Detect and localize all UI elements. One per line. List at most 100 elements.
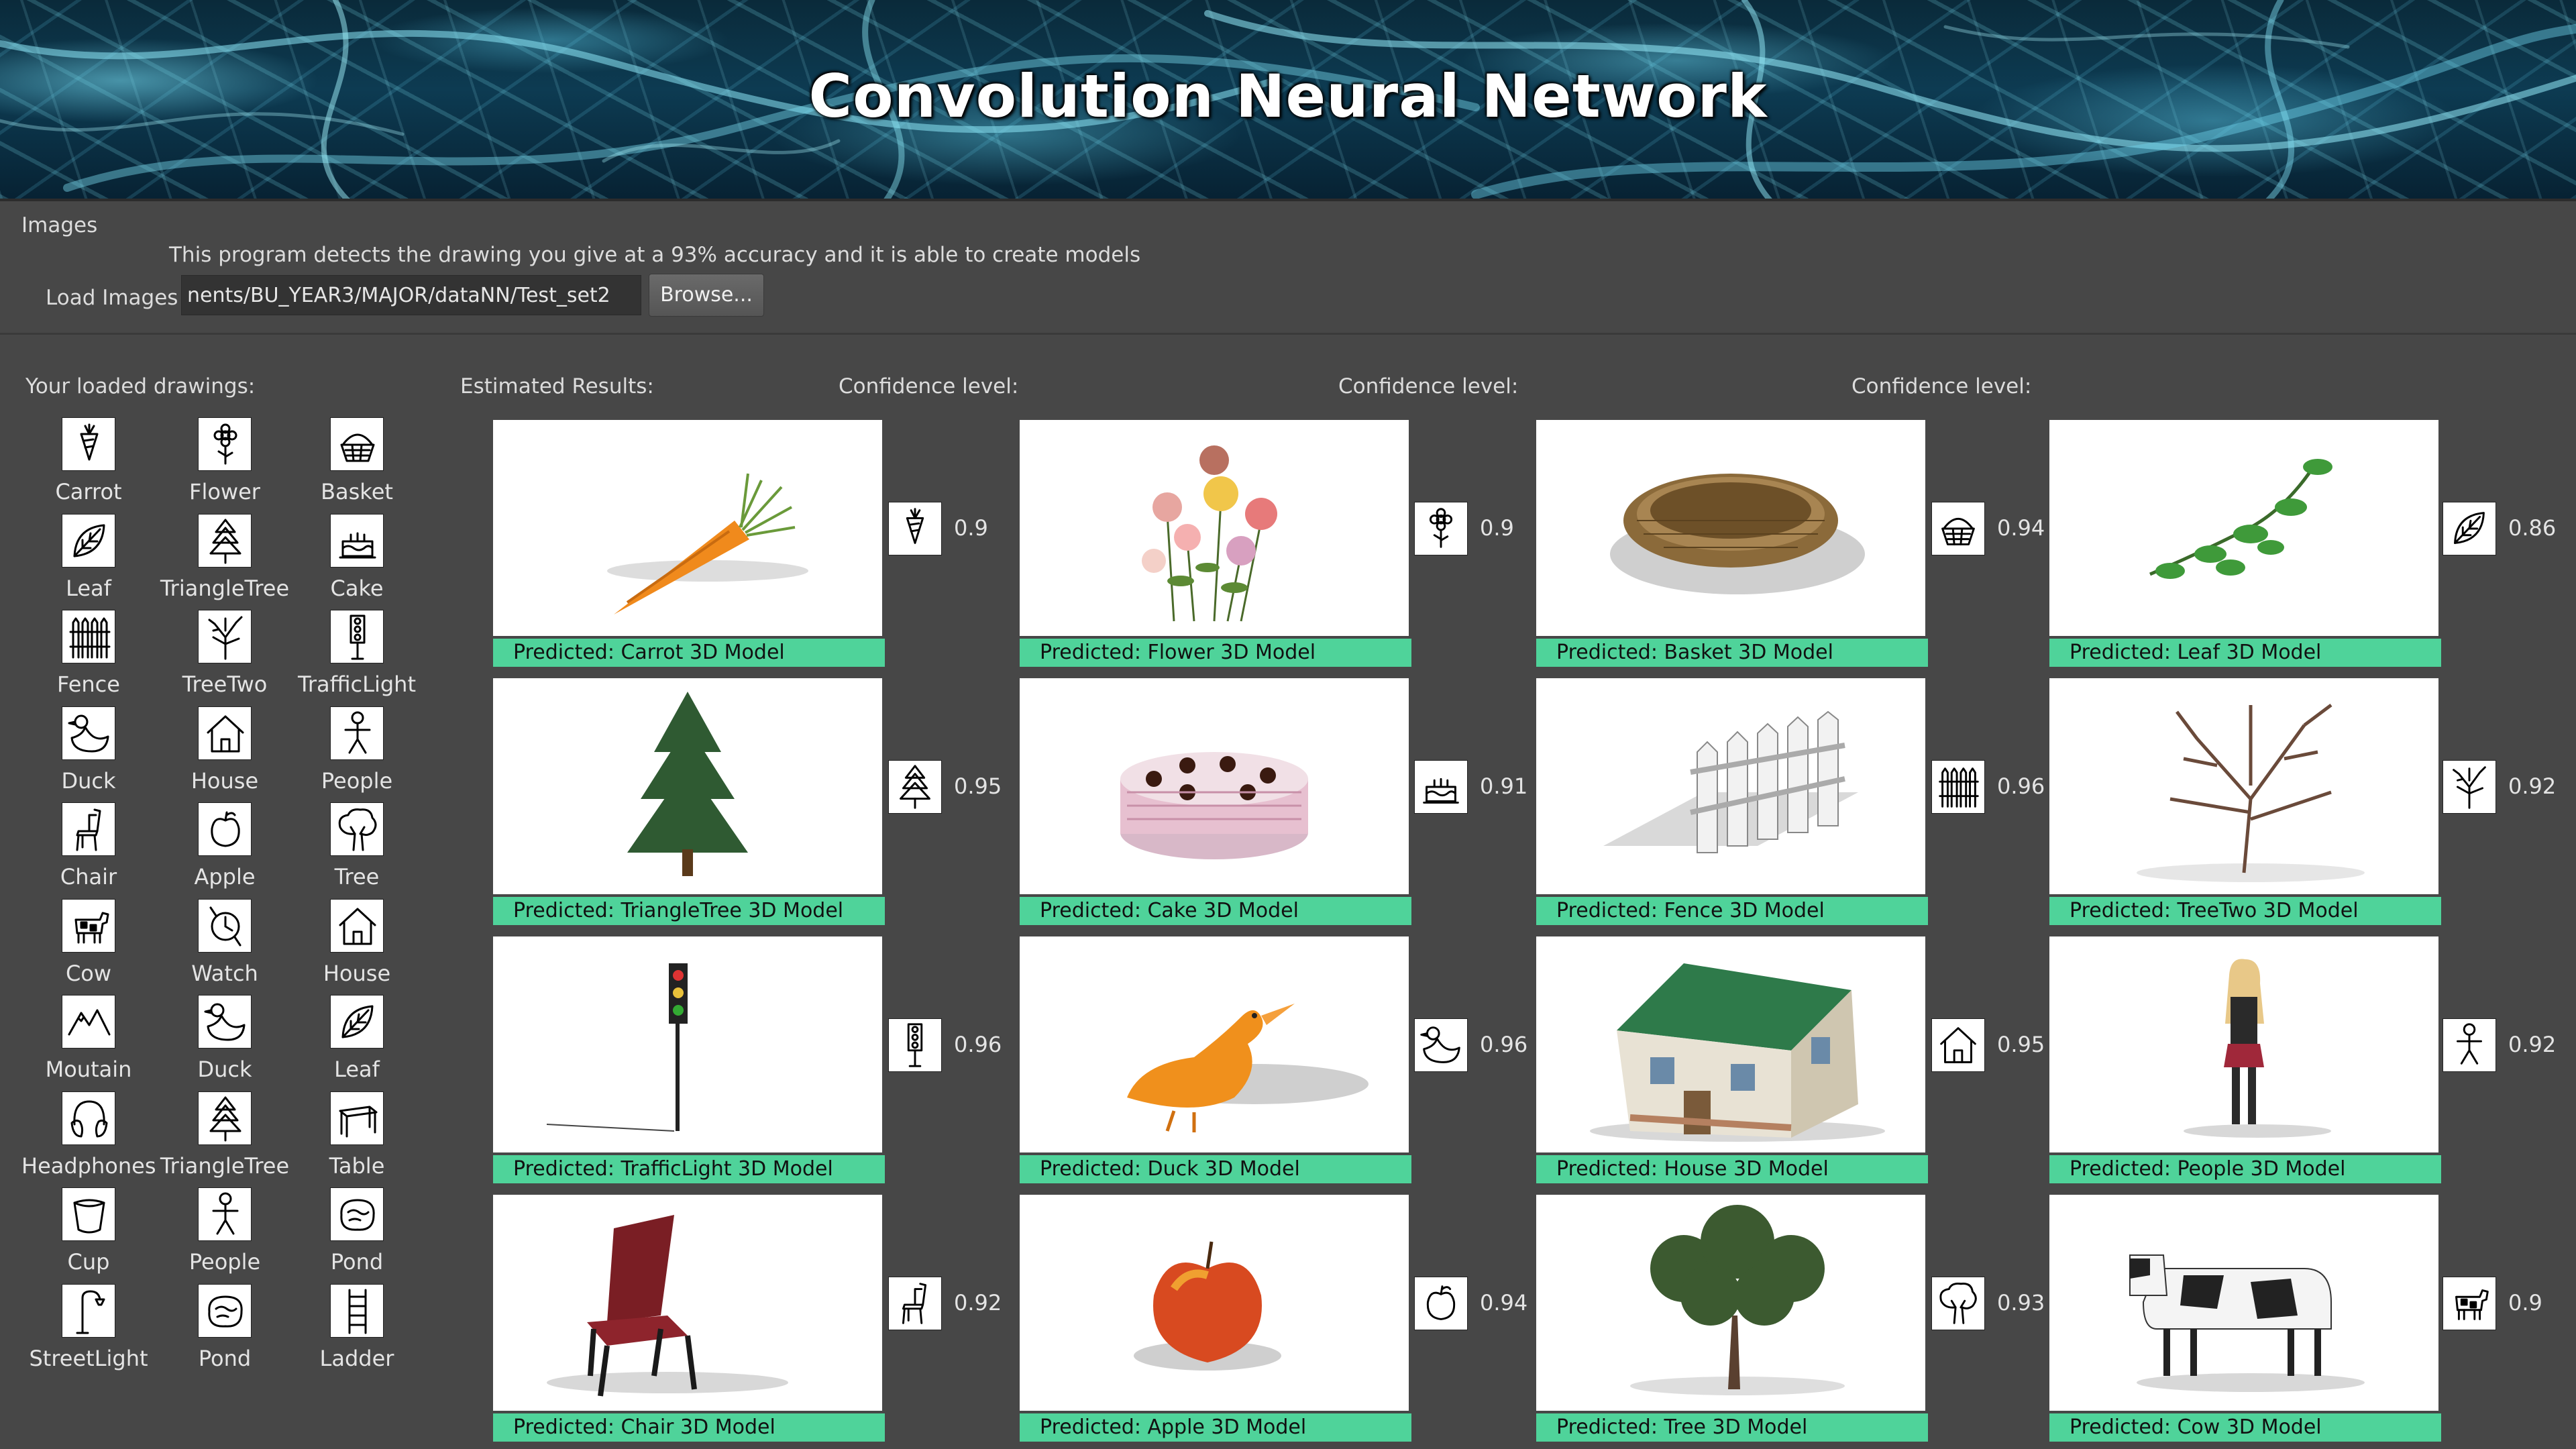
browse-button[interactable]: Browse... (649, 274, 764, 317)
drawing-thumbnail[interactable] (62, 610, 115, 663)
drawing-thumbnail[interactable] (198, 898, 252, 953)
fence-sketch-icon (1939, 767, 1979, 808)
triangle-tree-sketch-icon (209, 519, 241, 564)
drawing-thumbnail[interactable] (62, 802, 115, 856)
drawing-item[interactable]: Apple (158, 802, 292, 890)
drawing-item[interactable]: TriangleTree (158, 1091, 292, 1179)
drawing-thumbnail[interactable] (62, 513, 115, 568)
drawing-item[interactable]: House (290, 898, 424, 986)
drawing-item[interactable]: Cow (21, 898, 156, 986)
confidence-value: 0.94 (1997, 515, 2045, 541)
drawing-item[interactable]: Cake (290, 513, 424, 601)
input-drawing-thumbnail (2443, 1277, 2496, 1330)
input-drawing-thumbnail (888, 502, 942, 555)
drawing-item[interactable]: Cup (21, 1187, 156, 1275)
fence-model-image (1603, 710, 1858, 853)
drawing-thumbnail[interactable] (198, 706, 252, 760)
model-preview (1020, 936, 1409, 1152)
drawing-item[interactable]: Duck (21, 706, 156, 794)
carrot-model-image (607, 473, 808, 614)
drawing-thumbnail[interactable] (198, 995, 252, 1049)
traffic-light-sketch-icon (350, 614, 366, 660)
drawing-thumbnail[interactable] (198, 513, 252, 568)
drawing-item[interactable]: Basket (290, 417, 424, 504)
drawing-label: House (191, 767, 259, 794)
flower-model-image (1142, 445, 1277, 622)
confidence-header-1: Confidence level: (839, 374, 1019, 398)
drawing-item[interactable]: TreeTwo (158, 610, 292, 697)
banner-border (0, 199, 2576, 201)
drawing-thumbnail[interactable] (198, 610, 252, 663)
drawing-thumbnail[interactable] (198, 417, 252, 471)
drawing-thumbnail[interactable] (62, 1187, 115, 1241)
drawing-thumbnail[interactable] (330, 513, 384, 568)
drawing-item[interactable]: Ladder (290, 1283, 424, 1371)
cow-sketch-icon (74, 912, 109, 943)
model-preview (493, 1195, 882, 1411)
drawing-thumbnail[interactable] (330, 802, 384, 856)
drawing-item[interactable]: People (290, 706, 424, 794)
path-input[interactable]: nents/BU_YEAR3/MAJOR/dataNN/Test_set2 (181, 275, 641, 315)
flower-sketch-icon (213, 423, 237, 465)
drawing-item[interactable]: Watch (158, 898, 292, 986)
drawing-thumbnail[interactable] (198, 1187, 252, 1241)
house-sketch-icon (1940, 1027, 1976, 1063)
tree-model-image (1630, 1205, 1845, 1395)
confidence-value: 0.86 (2508, 515, 2557, 541)
tree-sketch-icon (1939, 1282, 1977, 1324)
drawing-item[interactable]: House (158, 706, 292, 794)
drawing-label: People (189, 1249, 261, 1275)
drawing-item[interactable]: Table (290, 1091, 424, 1179)
drawing-thumbnail[interactable] (62, 417, 115, 471)
drawing-item[interactable]: Headphones (21, 1091, 156, 1179)
drawing-item[interactable]: Moutain (21, 995, 156, 1082)
drawing-item[interactable]: Duck (158, 995, 292, 1082)
apple-sketch-icon (211, 811, 240, 847)
house-sketch-icon (207, 715, 244, 752)
drawing-thumbnail[interactable] (330, 706, 384, 760)
drawing-item[interactable]: Leaf (21, 513, 156, 601)
drawing-item[interactable]: Flower (158, 417, 292, 504)
drawing-item[interactable]: Pond (290, 1187, 424, 1275)
people-sketch-icon (212, 1192, 239, 1235)
drawing-item[interactable]: Carrot (21, 417, 156, 504)
drawing-thumbnail[interactable] (62, 1091, 115, 1145)
drawing-label: Duck (61, 767, 116, 794)
tree-sketch-icon (338, 808, 377, 851)
drawing-thumbnail[interactable] (330, 1091, 384, 1145)
drawing-thumbnail[interactable] (330, 1283, 384, 1338)
leaf-model-image (2149, 459, 2332, 579)
tree-two-sketch-icon (2453, 766, 2486, 809)
drawing-thumbnail[interactable] (62, 898, 115, 953)
confidence-value: 0.91 (1480, 773, 1528, 799)
drawing-thumbnail[interactable] (330, 417, 384, 471)
drawing-label: People (321, 767, 393, 794)
drawing-item[interactable]: Fence (21, 610, 156, 697)
drawing-thumbnail[interactable] (198, 802, 252, 856)
drawing-thumbnail[interactable] (62, 1283, 115, 1338)
input-drawing-thumbnail (888, 1277, 942, 1330)
drawing-item[interactable]: People (158, 1187, 292, 1275)
drawing-thumbnail[interactable] (62, 706, 115, 760)
prediction-bar: Predicted: Leaf 3D Model (2049, 639, 2441, 667)
drawing-item[interactable]: Leaf (290, 995, 424, 1082)
drawing-item[interactable]: Chair (21, 802, 156, 890)
drawing-thumbnail[interactable] (62, 995, 115, 1049)
cake-sketch-icon (1423, 777, 1459, 804)
drawing-thumbnail[interactable] (330, 995, 384, 1049)
drawing-thumbnail[interactable] (330, 1187, 384, 1241)
cake-sketch-icon (339, 532, 376, 558)
drawing-label: StreetLight (29, 1345, 148, 1371)
drawing-thumbnail[interactable] (198, 1283, 252, 1338)
result-card: Predicted: Carrot 3D Model (493, 420, 885, 667)
drawing-thumbnail[interactable] (330, 610, 384, 663)
drawing-item[interactable]: TrafficLight (290, 610, 424, 697)
drawing-item[interactable]: Tree (290, 802, 424, 890)
drawing-thumbnail[interactable] (198, 1091, 252, 1145)
drawing-item[interactable]: StreetLight (21, 1283, 156, 1371)
section-divider (0, 333, 2576, 335)
drawing-thumbnail[interactable] (330, 898, 384, 953)
model-preview (1536, 678, 1925, 894)
drawing-item[interactable]: Pond (158, 1283, 292, 1371)
drawing-item[interactable]: TriangleTree (158, 513, 292, 601)
